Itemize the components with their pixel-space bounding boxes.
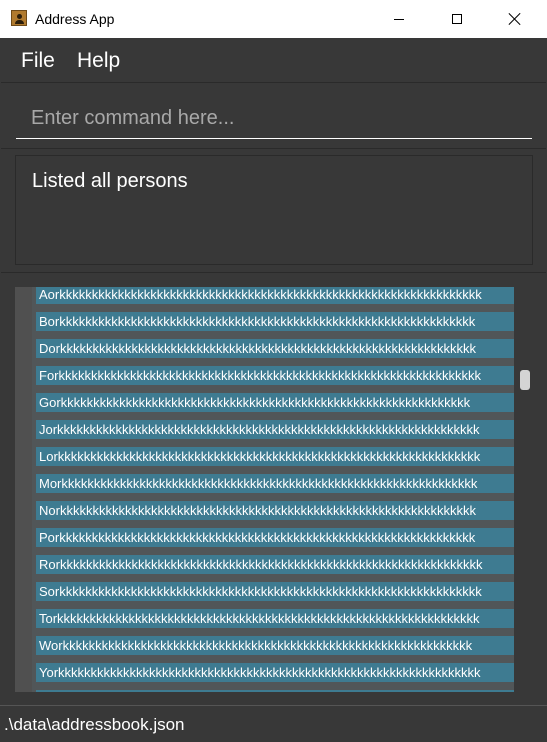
- address-app-window: Address App File Help Listed all persons…: [0, 0, 547, 742]
- person-list-item[interactable]: Workkkkkkkkkkkkkkkkkkkkkkkkkkkkkkkkkkkkk…: [32, 633, 514, 660]
- person-name: Torkkkkkkkkkkkkkkkkkkkkkkkkkkkkkkkkkkkkk…: [39, 611, 480, 626]
- person-list-rows: Aorkkkkkkkkkkkkkkkkkkkkkkkkkkkkkkkkkkkkk…: [32, 287, 514, 692]
- menu-bar: File Help: [0, 38, 547, 82]
- status-bar: .\data\addressbook.json: [0, 705, 547, 742]
- command-box-pane: [1, 82, 546, 148]
- person-card[interactable]: Sorkkkkkkkkkkkkkkkkkkkkkkkkkkkkkkkkkkkkk…: [36, 582, 514, 601]
- person-list-item[interactable]: Lorkkkkkkkkkkkkkkkkkkkkkkkkkkkkkkkkkkkkk…: [32, 444, 514, 471]
- list-scrollbar[interactable]: [514, 287, 532, 692]
- person-list-item[interactable]: Jorkkkkkkkkkkkkkkkkkkkkkkkkkkkkkkkkkkkkk…: [32, 417, 514, 444]
- person-list-item[interactable]: Morkkkkkkkkkkkkkkkkkkkkkkkkkkkkkkkkkkkkk…: [32, 471, 514, 498]
- person-card[interactable]: Porkkkkkkkkkkkkkkkkkkkkkkkkkkkkkkkkkkkkk…: [36, 528, 514, 547]
- person-card[interactable]: Yorkkkkkkkkkkkkkkkkkkkkkkkkkkkkkkkkkkkkk…: [36, 663, 514, 682]
- person-list-item[interactable]: Torkkkkkkkkkkkkkkkkkkkkkkkkkkkkkkkkkkkkk…: [32, 606, 514, 633]
- maximize-button[interactable]: [434, 0, 480, 38]
- list-scrollbar-thumb[interactable]: [520, 370, 530, 390]
- person-name: Norkkkkkkkkkkkkkkkkkkkkkkkkkkkkkkkkkkkkk…: [39, 503, 476, 518]
- result-display[interactable]: Listed all persons: [15, 155, 533, 265]
- person-card[interactable]: Rorkkkkkkkkkkkkkkkkkkkkkkkkkkkkkkkkkkkkk…: [36, 555, 514, 574]
- minimize-button[interactable]: [376, 0, 422, 38]
- person-name: Morkkkkkkkkkkkkkkkkkkkkkkkkkkkkkkkkkkkkk…: [39, 476, 478, 491]
- person-name: Rorkkkkkkkkkkkkkkkkkkkkkkkkkkkkkkkkkkkkk…: [39, 557, 483, 572]
- minimize-icon: [394, 18, 404, 20]
- result-display-pane: Listed all persons: [1, 148, 546, 272]
- person-name: Dorkkkkkkkkkkkkkkkkkkkkkkkkkkkkkkkkkkkkk…: [39, 341, 476, 356]
- person-list-item[interactable]: Aorkkkkkkkkkkkkkkkkkkkkkkkkkkkkkkkkkkkkk…: [32, 287, 514, 309]
- person-list-item[interactable]: Sorkkkkkkkkkkkkkkkkkkkkkkkkkkkkkkkkkkkkk…: [32, 579, 514, 606]
- menu-file[interactable]: File: [21, 49, 55, 73]
- person-name: Workkkkkkkkkkkkkkkkkkkkkkkkkkkkkkkkkkkkk…: [39, 638, 473, 653]
- menu-help[interactable]: Help: [77, 49, 120, 73]
- person-card[interactable]: Forkkkkkkkkkkkkkkkkkkkkkkkkkkkkkkkkkkkkk…: [36, 366, 514, 385]
- person-card[interactable]: Borkkkkkkkkkkkkkkkkkkkkkkkkkkkkkkkkkkkkk…: [36, 312, 514, 331]
- person-card[interactable]: Workkkkkkkkkkkkkkkkkkkkkkkkkkkkkkkkkkkkk…: [36, 636, 514, 655]
- person-card[interactable]: Norkkkkkkkkkkkkkkkkkkkkkkkkkkkkkkkkkkkkk…: [36, 501, 514, 520]
- title-bar[interactable]: Address App: [0, 0, 547, 38]
- person-list-item[interactable]: Forkkkkkkkkkkkkkkkkkkkkkkkkkkkkkkkkkkkkk…: [32, 363, 514, 390]
- person-name: Borkkkkkkkkkkkkkkkkkkkkkkkkkkkkkkkkkkkkk…: [39, 314, 476, 329]
- result-message: Listed all persons: [32, 170, 188, 192]
- person-card[interactable]: Morkkkkkkkkkkkkkkkkkkkkkkkkkkkkkkkkkkkkk…: [36, 474, 514, 493]
- window-title: Address App: [35, 11, 115, 27]
- person-name: Gorkkkkkkkkkkkkkkkkkkkkkkkkkkkkkkkkkkkkk…: [39, 395, 471, 410]
- command-input[interactable]: [16, 99, 532, 139]
- address-book-icon: [11, 10, 27, 26]
- person-card[interactable]: Torkkkkkkkkkkkkkkkkkkkkkkkkkkkkkkkkkkkkk…: [36, 609, 514, 628]
- person-list-pane: Aorkkkkkkkkkkkkkkkkkkkkkkkkkkkkkkkkkkkkk…: [1, 272, 546, 705]
- close-icon: [508, 12, 522, 26]
- person-card[interactable]: Aorkkkkkkkkkkkkkkkkkkkkkkkkkkkkkkkkkkkkk…: [36, 287, 514, 304]
- person-list-item[interactable]: Norkkkkkkkkkkkkkkkkkkkkkkkkkkkkkkkkkkkkk…: [32, 498, 514, 525]
- person-list-item[interactable]: Rorkkkkkkkkkkkkkkkkkkkkkkkkkkkkkkkkkkkkk…: [32, 552, 514, 579]
- person-card[interactable]: Jorkkkkkkkkkkkkkkkkkkkkkkkkkkkkkkkkkkkkk…: [36, 420, 514, 439]
- list-gutter: [15, 287, 32, 692]
- person-list-item-partial[interactable]: [32, 687, 514, 692]
- person-list-item[interactable]: Porkkkkkkkkkkkkkkkkkkkkkkkkkkkkkkkkkkkkk…: [32, 525, 514, 552]
- person-card[interactable]: [36, 690, 514, 692]
- person-list[interactable]: Aorkkkkkkkkkkkkkkkkkkkkkkkkkkkkkkkkkkkkk…: [15, 287, 532, 692]
- person-card[interactable]: Gorkkkkkkkkkkkkkkkkkkkkkkkkkkkkkkkkkkkkk…: [36, 393, 514, 412]
- person-name: Jorkkkkkkkkkkkkkkkkkkkkkkkkkkkkkkkkkkkkk…: [39, 422, 480, 437]
- person-name: Sorkkkkkkkkkkkkkkkkkkkkkkkkkkkkkkkkkkkkk…: [39, 584, 482, 599]
- person-name: Porkkkkkkkkkkkkkkkkkkkkkkkkkkkkkkkkkkkkk…: [39, 530, 476, 545]
- person-list-item[interactable]: Dorkkkkkkkkkkkkkkkkkkkkkkkkkkkkkkkkkkkkk…: [32, 336, 514, 363]
- maximize-icon: [452, 14, 462, 24]
- person-card[interactable]: Lorkkkkkkkkkkkkkkkkkkkkkkkkkkkkkkkkkkkkk…: [36, 447, 514, 466]
- person-list-item[interactable]: Yorkkkkkkkkkkkkkkkkkkkkkkkkkkkkkkkkkkkkk…: [32, 660, 514, 687]
- save-location: .\data\addressbook.json: [4, 715, 185, 734]
- person-name: Aorkkkkkkkkkkkkkkkkkkkkkkkkkkkkkkkkkkkkk…: [39, 287, 482, 302]
- person-name: Lorkkkkkkkkkkkkkkkkkkkkkkkkkkkkkkkkkkkkk…: [39, 449, 481, 464]
- person-card[interactable]: Dorkkkkkkkkkkkkkkkkkkkkkkkkkkkkkkkkkkkkk…: [36, 339, 514, 358]
- person-name: Yorkkkkkkkkkkkkkkkkkkkkkkkkkkkkkkkkkkkkk…: [39, 665, 481, 680]
- person-list-item[interactable]: Gorkkkkkkkkkkkkkkkkkkkkkkkkkkkkkkkkkkkkk…: [32, 390, 514, 417]
- close-button[interactable]: [492, 0, 538, 38]
- person-list-item[interactable]: Borkkkkkkkkkkkkkkkkkkkkkkkkkkkkkkkkkkkkk…: [32, 309, 514, 336]
- person-name: Forkkkkkkkkkkkkkkkkkkkkkkkkkkkkkkkkkkkkk…: [39, 368, 481, 383]
